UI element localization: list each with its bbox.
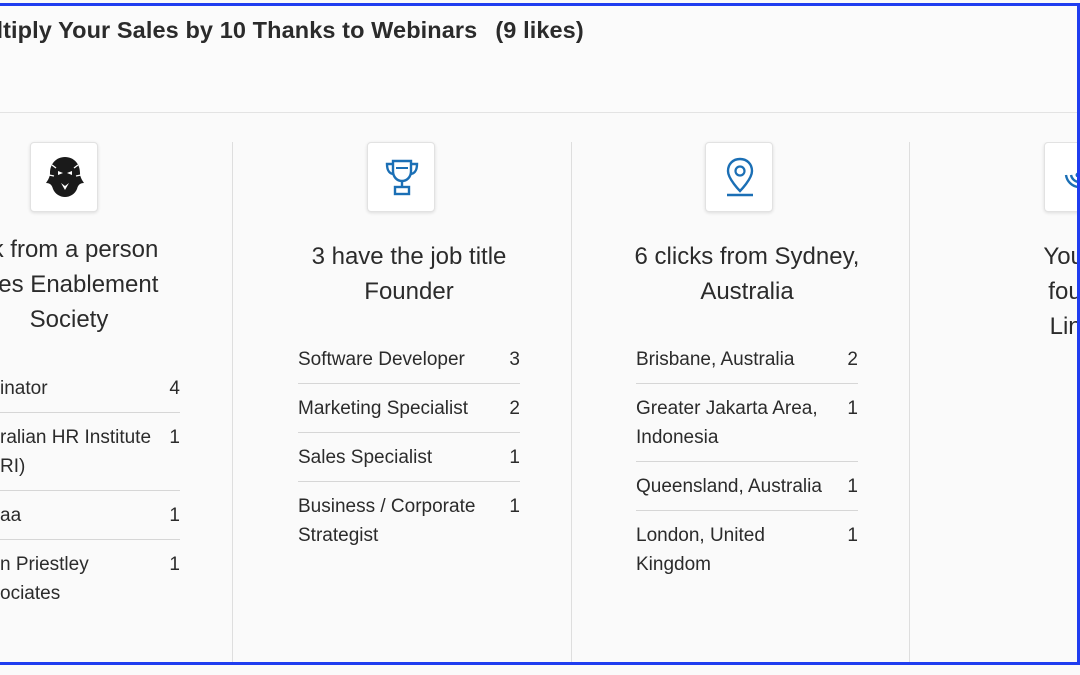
heading-line: 6 clicks from Sydney,: [634, 243, 860, 270]
location-icon-box: [705, 142, 773, 212]
item-label: Greater Jakarta Area, Indonesia: [636, 398, 818, 448]
card-heading: ck from a person ales Enablement Society: [0, 232, 238, 337]
heading-line: Australia: [700, 278, 794, 305]
radar-icon: [1064, 166, 1080, 189]
lion-logo-icon: [46, 157, 84, 197]
page-title: ultiply Your Sales by 10 Thanks to Webin…: [0, 17, 584, 44]
job-title-list: Software Developer 3 Marketing Specialist…: [298, 335, 520, 559]
item-count: 1: [509, 447, 520, 468]
company-logo-box: [30, 142, 98, 212]
page-header: ultiply Your Sales by 10 Thanks to Webin…: [0, 6, 1080, 113]
heading-line: ck from a person: [0, 236, 159, 263]
column-divider: [909, 142, 910, 662]
card-source: Your art found t Linked: [916, 142, 1080, 662]
item-count: 1: [509, 496, 520, 517]
heading-line: 3 have the job title: [311, 243, 507, 270]
item-count: 4: [169, 378, 180, 399]
heading-line: found t: [1048, 278, 1080, 305]
card-heading: 3 have the job title Founder: [240, 239, 578, 309]
card-company: ck from a person ales Enablement Society…: [0, 142, 238, 662]
item-label: n Priestley ociates: [0, 554, 89, 604]
item-label: aa: [0, 505, 22, 526]
item-count: 2: [509, 398, 520, 419]
list-item: aa 1: [0, 491, 180, 540]
list-item: Brisbane, Australia 2: [636, 335, 858, 384]
list-item: Software Developer 3: [298, 335, 520, 384]
item-count: 1: [169, 505, 180, 526]
frame-bottom-border: [0, 662, 1080, 665]
item-count: 1: [169, 554, 180, 575]
item-label: ralian HR Institute RI): [0, 427, 152, 477]
item-count: 2: [847, 349, 858, 370]
heading-line: Founder: [364, 278, 454, 305]
list-item: London, United Kingdom 1: [636, 511, 858, 588]
item-label: inator: [0, 378, 48, 399]
item-count: 3: [509, 349, 520, 370]
column-divider: [571, 142, 572, 662]
heading-line: Linked: [1049, 313, 1080, 340]
trophy-icon: [385, 159, 419, 196]
heading-line: Your art: [1043, 243, 1080, 270]
card-location: 6 clicks from Sydney, Australia Brisbane…: [578, 142, 916, 662]
item-count: 1: [169, 427, 180, 448]
article-title: ultiply Your Sales by 10 Thanks to Webin…: [0, 17, 478, 43]
list-item: Sales Specialist 1: [298, 433, 520, 482]
likes-count: (9 likes): [495, 17, 584, 43]
item-label: Sales Specialist: [298, 447, 433, 468]
item-count: 1: [847, 398, 858, 419]
item-label: Brisbane, Australia: [636, 349, 795, 370]
item-count: 1: [847, 476, 858, 497]
item-label: Business / Corporate Strategist: [298, 496, 476, 546]
list-item: Greater Jakarta Area, Indonesia 1: [636, 384, 858, 462]
list-item: inator 4: [0, 364, 180, 413]
item-label: Queensland, Australia: [636, 476, 822, 497]
list-item: n Priestley ociates 1: [0, 540, 180, 617]
card-job-title: 3 have the job title Founder Software De…: [240, 142, 578, 662]
job-title-icon-box: [367, 142, 435, 212]
item-count: 1: [847, 525, 858, 546]
list-item: ralian HR Institute RI) 1: [0, 413, 180, 491]
heading-line: Society: [29, 306, 109, 333]
heading-line: ales Enablement: [0, 271, 159, 298]
column-divider: [232, 142, 233, 662]
list-item: Business / Corporate Strategist 1: [298, 482, 520, 559]
location-list: Brisbane, Australia 2 Greater Jakarta Are…: [636, 335, 858, 588]
card-heading: 6 clicks from Sydney, Australia: [578, 239, 916, 309]
card-heading: Your art found t Linked: [916, 239, 1080, 344]
location-pin-icon: [726, 157, 754, 197]
company-list: inator 4 ralian HR Institute RI) 1 aa 1 n P…: [0, 364, 180, 617]
list-item: Marketing Specialist 2: [298, 384, 520, 433]
list-item: Queensland, Australia 1: [636, 462, 858, 511]
item-label: Software Developer: [298, 349, 465, 370]
item-label: London, United Kingdom: [636, 525, 765, 575]
source-icon-box: [1044, 142, 1080, 212]
item-label: Marketing Specialist: [298, 398, 469, 419]
